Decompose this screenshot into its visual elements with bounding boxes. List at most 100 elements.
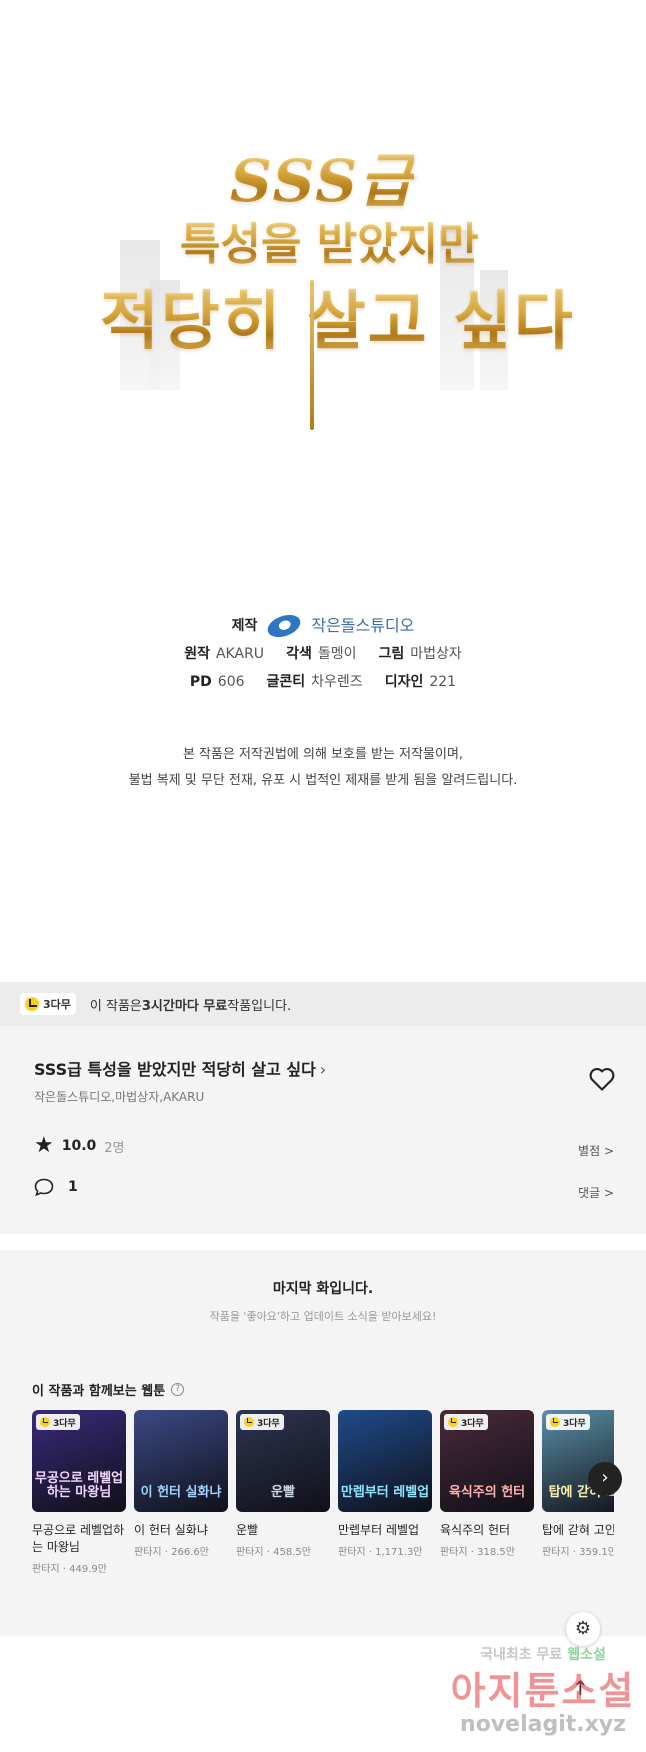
viewer-page: SSS급 특성을 받았지만 적당히 살고 싶다 제작 작은돌스튜디오 원작 AK… xyxy=(0,0,646,1752)
rating-count: 2명 xyxy=(104,1140,125,1156)
credit-value: 차우렌즈 xyxy=(311,674,363,690)
recommendation-card[interactable]: 3다무 무공으로 레벨업하는 마왕님 무공으로 레벨업하는 마왕님 판타지 · 449… xyxy=(32,1410,126,1575)
star-icon: ★ xyxy=(34,1133,54,1158)
clock-icon xyxy=(448,1417,458,1427)
free-info-bar: 3다무 이 작품은 3시간마다 무료 작품입니다. xyxy=(0,982,646,1026)
comment-count: 1 xyxy=(68,1179,78,1195)
copyright-notice: 본 작품은 저작권법에 의해 보호를 받는 저작물이며, 불법 복제 및 무단 … xyxy=(0,742,646,794)
recommendation-cover-title: 이 헌터 실화냐 xyxy=(140,1485,222,1500)
recommendation-meta: 판타지 · 359.1만 xyxy=(542,1547,614,1558)
recommendation-card[interactable]: 만렙부터 레벨업 만렙부터 레벨업 판타지 · 1,171.3만 xyxy=(338,1410,432,1558)
last-episode-panel: 마지막 화입니다. 작품을 '좋아요'하고 업데이트 소식을 받아보세요! xyxy=(0,1250,646,1346)
watermark-line-2: 아지툰소설 xyxy=(450,1669,636,1713)
clock-icon xyxy=(40,1417,50,1427)
recommendation-meta: 판타지 · 449.9만 xyxy=(32,1564,107,1575)
last-episode-subtitle: 작품을 '좋아요'하고 업데이트 소식을 받아보세요! xyxy=(209,1310,437,1323)
recommendation-cover: 3다무육식주의 헌터 xyxy=(440,1410,534,1512)
recommendation-cover-title: 육식주의 헌터 xyxy=(448,1485,526,1500)
watermark-line-3: novelagit.xyz xyxy=(460,1712,626,1737)
rating-link[interactable]: 별점 > xyxy=(578,1142,614,1159)
credit-label: 디자인 xyxy=(384,674,424,690)
wait-free-badge-label: 3다무 xyxy=(53,1418,76,1429)
recommendation-meta: 판타지 · 318.5만 xyxy=(440,1547,515,1558)
recommendation-carousel: 3다무 무공으로 레벨업하는 마왕님 무공으로 레벨업하는 마왕님 판타지 · 449… xyxy=(32,1410,614,1620)
wait-free-badge: 3다무 xyxy=(546,1414,590,1430)
recommendation-cover-title: 운빨 xyxy=(271,1485,295,1500)
credit-value: 221 xyxy=(429,674,457,690)
credit-label: 제작 xyxy=(231,618,258,634)
free-text-post: 작품입니다. xyxy=(227,998,292,1014)
credit-label: PD xyxy=(189,674,212,690)
wait-free-badge-label: 3다무 xyxy=(257,1418,280,1429)
title-artwork: SSS급 특성을 받았지만 적당히 살고 싶다 xyxy=(80,120,573,440)
recommendation-cover: 만렙부터 레벨업 xyxy=(338,1410,432,1512)
gear-icon[interactable]: ⚙ xyxy=(566,1612,600,1646)
recommendations-section: 이 작품과 함께보는 웹툰 ? 3다무 무공으로 레벨업하는 마왕님 무공으로 레벨… xyxy=(0,1346,646,1636)
recommendation-cover: 이 헌터 실화냐 xyxy=(134,1410,228,1512)
recommendation-cover: 3다무탑에 갇혀 고인 xyxy=(542,1410,614,1512)
recommendation-title: 이 헌터 실화냐 xyxy=(134,1523,208,1537)
sword-ornament xyxy=(310,280,314,430)
credit-label: 글콘티 xyxy=(266,674,306,690)
notice-line: 불법 복제 및 무단 전재, 유포 시 법적인 제재를 받게 됨을 알려드립니다… xyxy=(128,773,518,788)
credit-row-2: 원작 AKARU 각색 돌멩이 그림 마법상자 xyxy=(0,640,646,668)
logo-line-2: 특성을 받았지만 xyxy=(180,208,479,272)
wait-free-badge: 3다무 xyxy=(36,1414,80,1430)
chevron-right-icon: › xyxy=(319,1060,327,1079)
recommendation-cover: 3다무무공으로 레벨업하는 마왕님 xyxy=(32,1410,126,1512)
studio-logo-icon xyxy=(264,610,304,642)
credit-value: 606 xyxy=(217,674,245,690)
recommendation-title: 탑에 갇혀 고인 xyxy=(542,1523,614,1537)
recommendation-title: 무공으로 레벨업하는 마왕님 xyxy=(32,1523,125,1554)
clock-icon xyxy=(244,1417,254,1427)
recommendation-card[interactable]: 3다무 운빨 운빨 판타지 · 458.5만 xyxy=(236,1410,330,1558)
credits: 제작 작은돌스튜디오 원작 AKARU 각색 돌멩이 그림 마법상자 PD 60… xyxy=(0,610,646,696)
comment-icon xyxy=(34,1178,54,1196)
wait-free-badge-label: 3다무 xyxy=(43,998,71,1011)
clock-icon xyxy=(550,1417,560,1427)
wait-free-badge: 3다무 xyxy=(444,1414,488,1430)
studio-name: 작은돌스튜디오 xyxy=(311,616,415,635)
rating-row: ★ 10.0 2명 xyxy=(34,1133,125,1158)
recommendations-heading: 이 작품과 함께보는 웹툰 xyxy=(32,1384,166,1399)
rating-value: 10.0 xyxy=(61,1138,97,1154)
recommendation-cover: 3다무운빨 xyxy=(236,1410,330,1512)
credit-row-3: PD 606 글콘티 차우렌즈 디자인 221 xyxy=(0,668,646,696)
recommendations-heading-row: 이 작품과 함께보는 웹툰 ? xyxy=(32,1380,185,1399)
logo-line-3: 적당히 살고 싶다 xyxy=(100,270,575,362)
series-authors: 작은돌스튜디오,마법상자,AKARU xyxy=(34,1090,205,1104)
recommendation-card[interactable]: 이 헌터 실화냐 이 헌터 실화냐 판타지 · 266.6만 xyxy=(134,1410,228,1558)
credit-label: 원작 xyxy=(184,646,210,662)
wait-free-badge: 3다무 xyxy=(240,1414,284,1430)
credit-label: 각색 xyxy=(286,646,312,662)
free-text-bold: 3시간마다 무료 xyxy=(141,998,228,1014)
recommendation-title: 만렙부터 레벨업 xyxy=(338,1523,420,1537)
recommendation-cover-title: 무공으로 레벨업하는 마왕님 xyxy=(34,1471,124,1500)
credit-row-production: 제작 작은돌스튜디오 xyxy=(0,610,646,642)
comment-row: 1 xyxy=(34,1178,78,1196)
series-info-panel: SSS급 특성을 받았지만 적당히 살고 싶다 › 작은돌스튜디오,마법상자,AK… xyxy=(0,1026,646,1234)
recommendation-card[interactable]: 3다무 육식주의 헌터 육식주의 헌터 판타지 · 318.5만 xyxy=(440,1410,534,1558)
wait-free-badge: 3다무 xyxy=(20,993,76,1015)
last-episode-title: 마지막 화입니다. xyxy=(272,1281,374,1297)
clock-icon xyxy=(25,997,39,1011)
series-title-link[interactable]: SSS급 특성을 받았지만 적당히 살고 싶다 › xyxy=(34,1056,326,1080)
chevron-right-icon[interactable]: › xyxy=(588,1462,622,1496)
credit-value: AKARU xyxy=(215,646,265,662)
recommendation-cover-title: 만렙부터 레벨업 xyxy=(340,1485,430,1500)
wait-free-badge-label: 3다무 xyxy=(461,1418,484,1429)
recommendation-meta: 판타지 · 266.6만 xyxy=(134,1547,209,1558)
comment-link[interactable]: 댓글 > xyxy=(578,1184,614,1201)
heart-icon[interactable] xyxy=(588,1066,616,1092)
recommendation-title: 육식주의 헌터 xyxy=(440,1523,511,1537)
credit-value: 돌멩이 xyxy=(317,646,357,662)
free-text-pre: 이 작품은 xyxy=(89,998,142,1014)
credit-value: 마법상자 xyxy=(410,646,462,662)
recommendation-meta: 판타지 · 1,171.3만 xyxy=(338,1547,423,1558)
recommendation-meta: 판타지 · 458.5만 xyxy=(236,1547,311,1558)
credit-label: 그림 xyxy=(378,646,405,662)
recommendation-title: 운빨 xyxy=(236,1523,259,1537)
wait-free-badge-label: 3다무 xyxy=(563,1418,586,1429)
notice-line: 본 작품은 저작권법에 의해 보호를 받는 저작물이며, xyxy=(182,747,464,762)
help-icon[interactable]: ? xyxy=(171,1383,185,1396)
